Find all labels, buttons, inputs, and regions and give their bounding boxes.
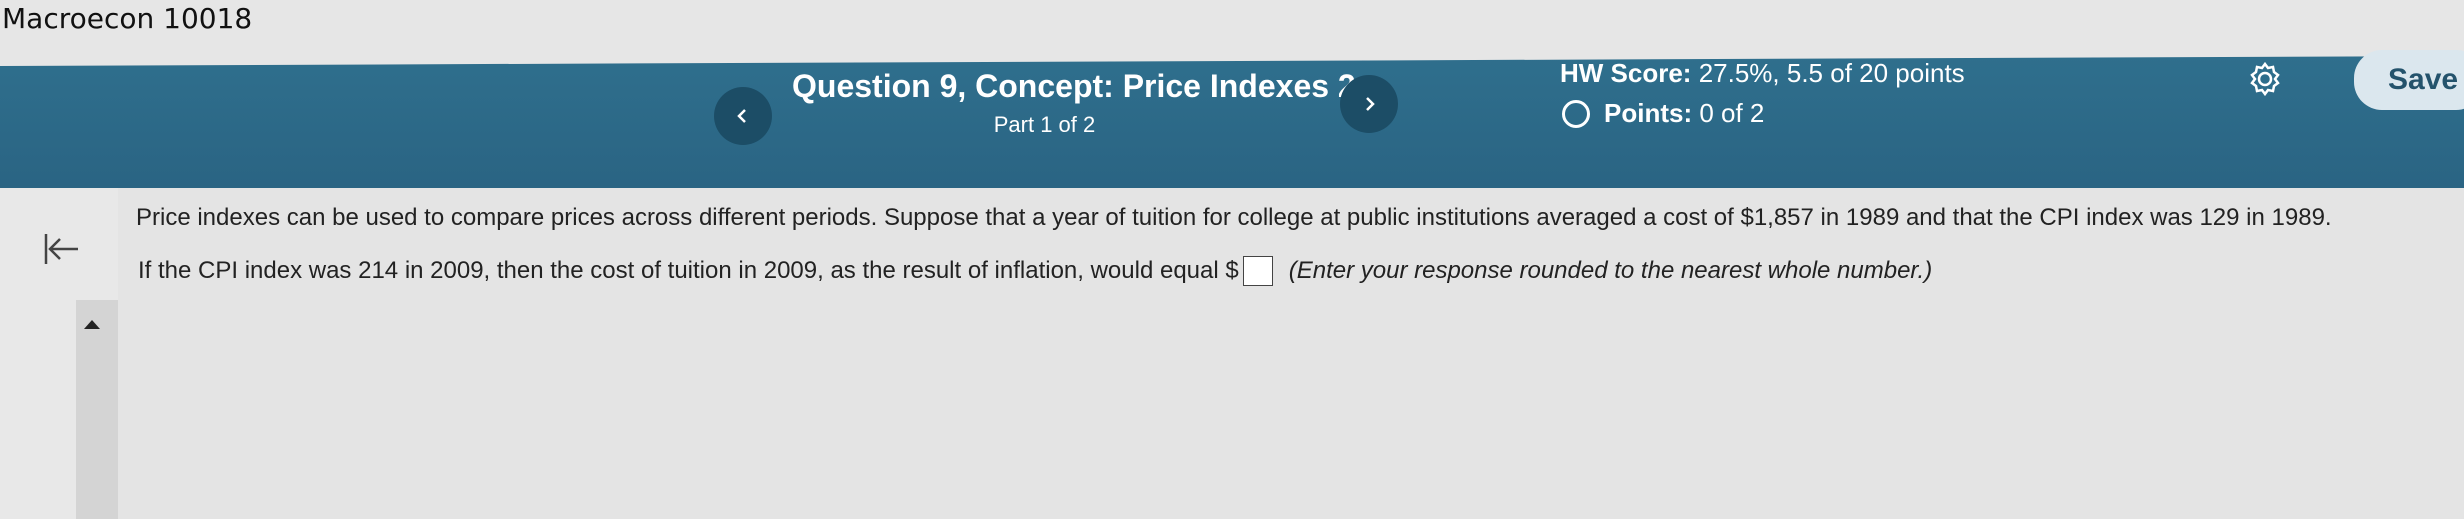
points-value: 0 of 2 — [1699, 98, 1765, 128]
question-part: Part 1 of 2 — [993, 112, 1096, 137]
next-question-button[interactable] — [1340, 75, 1398, 133]
app-title: Macroecon 10018 — [2, 2, 253, 35]
question-title: Question 9, Concept: Price Indexes 2 — [792, 68, 1356, 104]
question-content-area — [118, 188, 2464, 519]
chevron-right-icon — [1366, 97, 1375, 111]
question-text-1: Price indexes can be used to compare pri… — [136, 204, 2332, 231]
question-text-2-prefix: If the CPI index was 214 in 2009, then t… — [138, 257, 1239, 284]
back-to-start-icon[interactable] — [40, 228, 82, 270]
points-status: Points: 0 of 2 — [1562, 98, 1764, 129]
answer-input[interactable] — [1242, 256, 1273, 286]
save-button[interactable]: Save — [2354, 50, 2464, 110]
chevron-left-icon — [737, 109, 746, 123]
gear-icon[interactable] — [2246, 60, 2284, 98]
scrollbar-track[interactable] — [76, 300, 118, 519]
question-text-2: If the CPI index was 214 in 2009, then t… — [138, 256, 1932, 286]
points-circle-icon — [1562, 99, 1590, 128]
hw-score-value: 27.5%, 5.5 of 20 points — [1698, 58, 1965, 88]
hw-score-label: HW Score: — [1560, 58, 1692, 88]
points-label: Points: — [1604, 98, 1693, 128]
previous-question-button[interactable] — [714, 87, 772, 145]
answer-hint: (Enter your response rounded to the near… — [1288, 257, 1933, 284]
up-arrow-icon[interactable] — [84, 320, 100, 329]
hw-score: HW Score: 27.5%, 5.5 of 20 points — [1560, 58, 1965, 89]
